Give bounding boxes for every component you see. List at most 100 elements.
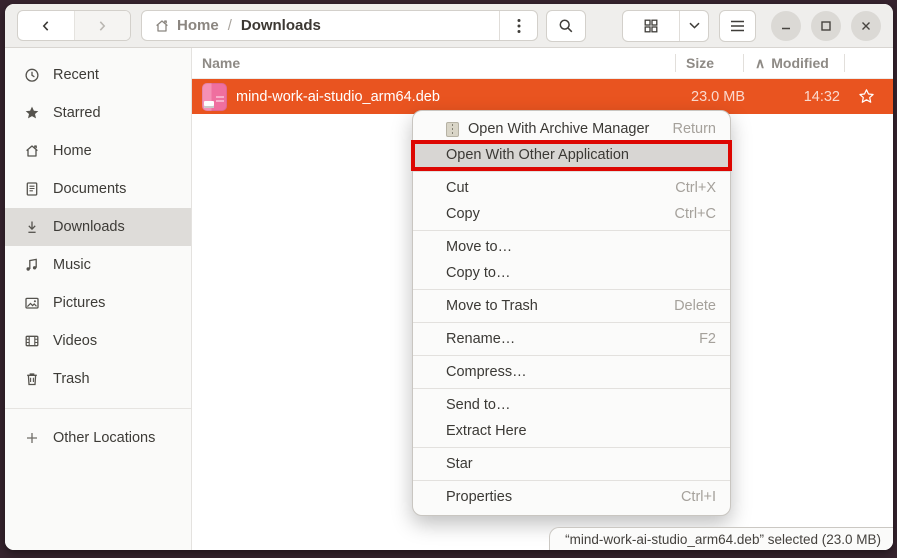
menu-item-label: Open With Archive Manager <box>468 121 649 137</box>
menu-item-send-to[interactable]: Send to… <box>413 392 730 418</box>
minimize-button[interactable] <box>771 11 801 41</box>
sidebar-item-videos[interactable]: Videos <box>5 322 191 360</box>
minimize-icon <box>780 20 792 32</box>
close-button[interactable] <box>851 11 881 41</box>
menu-item-extract-here[interactable]: Extract Here <box>413 418 730 444</box>
hamburger-icon <box>730 20 745 32</box>
picture-icon <box>23 295 40 311</box>
menu-item-label: Move to… <box>446 239 512 255</box>
sidebar-item-downloads[interactable]: Downloads <box>5 208 191 246</box>
menu-item-move-to-trash[interactable]: Move to Trash Delete <box>413 293 730 319</box>
breadcrumb-separator: / <box>228 17 232 34</box>
file-row-selected[interactable]: mind-work-ai-studio_arm64.deb 23.0 MB 14… <box>192 79 893 114</box>
menu-item-open-with-other-application[interactable]: Open With Other Application <box>413 142 730 168</box>
plus-icon <box>23 430 40 446</box>
maximize-icon <box>820 20 832 32</box>
sidebar-item-label: Starred <box>53 105 101 121</box>
back-button[interactable] <box>18 11 74 40</box>
column-header-modified[interactable]: ∧ Modified <box>744 55 844 72</box>
menu-item-label: Rename… <box>446 331 515 347</box>
sidebar-item-music[interactable]: Music <box>5 246 191 284</box>
menu-item-move-to[interactable]: Move to… <box>413 234 730 260</box>
menu-item-label: Properties <box>446 489 512 505</box>
sidebar-item-starred[interactable]: Starred <box>5 94 191 132</box>
sidebar-item-home[interactable]: Home <box>5 132 191 170</box>
sidebar-item-documents[interactable]: Documents <box>5 170 191 208</box>
path-options-button[interactable] <box>499 11 537 40</box>
breadcrumb-home[interactable]: Home <box>154 17 219 34</box>
navigation-buttons <box>17 10 131 41</box>
deb-package-icon <box>202 83 227 111</box>
menu-shortcut: Ctrl+I <box>681 489 716 505</box>
menu-item-cut[interactable]: Cut Ctrl+X <box>413 175 730 201</box>
menu-item-copy[interactable]: Copy Ctrl+C <box>413 201 730 227</box>
music-note-icon <box>23 257 40 273</box>
menu-shortcut: Return <box>672 121 716 137</box>
search-button[interactable] <box>546 10 586 42</box>
menu-item-label: Send to… <box>446 397 511 413</box>
sidebar-separator <box>5 408 191 409</box>
kebab-menu-icon <box>517 18 521 34</box>
sidebar-item-label: Other Locations <box>53 430 155 446</box>
file-manager-window: Home / Downloads <box>5 4 893 550</box>
grid-view-button[interactable] <box>623 11 679 41</box>
sidebar-item-label: Videos <box>53 333 97 349</box>
menu-separator <box>413 447 730 448</box>
menu-item-star[interactable]: Star <box>413 451 730 477</box>
context-menu: Open With Archive Manager Return Open Wi… <box>412 110 731 516</box>
menu-item-compress[interactable]: Compress… <box>413 359 730 385</box>
menu-item-copy-to[interactable]: Copy to… <box>413 260 730 286</box>
menu-shortcut: Ctrl+X <box>675 180 716 196</box>
column-header-modified-label: Modified <box>771 55 829 71</box>
sidebar-item-other-locations[interactable]: Other Locations <box>5 419 191 457</box>
menu-item-label: Star <box>446 456 473 472</box>
sidebar-item-trash[interactable]: Trash <box>5 360 191 398</box>
column-header-name[interactable]: Name <box>192 55 675 71</box>
home-icon <box>23 143 40 159</box>
window-controls <box>771 11 881 41</box>
sidebar-item-label: Pictures <box>53 295 105 311</box>
sidebar-item-pictures[interactable]: Pictures <box>5 284 191 322</box>
column-header-size[interactable]: Size <box>676 55 743 71</box>
sidebar-item-recent[interactable]: Recent <box>5 56 191 94</box>
maximize-button[interactable] <box>811 11 841 41</box>
file-size: 23.0 MB <box>678 89 745 105</box>
sidebar-item-label: Documents <box>53 181 126 197</box>
star-toggle-button[interactable] <box>840 88 893 105</box>
star-outline-icon <box>858 88 875 105</box>
view-toggle <box>622 10 709 42</box>
menu-item-label: Extract Here <box>446 423 527 439</box>
list-column-headers: Name Size ∧ Modified <box>192 48 893 79</box>
selection-status-bar: “mind-work-ai-studio_arm64.deb” selected… <box>549 527 893 550</box>
window-body: Recent Starred Home Documents <box>5 48 893 550</box>
menu-shortcut: Ctrl+C <box>675 206 717 222</box>
menu-item-rename[interactable]: Rename… F2 <box>413 326 730 352</box>
download-arrow-icon <box>23 219 40 235</box>
sort-ascending-icon: ∧ <box>755 55 765 72</box>
menu-shortcut: F2 <box>699 331 716 347</box>
chevron-left-icon <box>39 19 53 33</box>
menu-separator <box>413 171 730 172</box>
sidebar-item-label: Downloads <box>53 219 125 235</box>
menu-separator <box>413 322 730 323</box>
menu-item-open-with-archive-manager[interactable]: Open With Archive Manager Return <box>413 116 730 142</box>
sidebar-item-label: Music <box>53 257 91 273</box>
menu-item-label: Copy <box>446 206 480 222</box>
grid-view-icon <box>643 18 659 34</box>
close-icon <box>860 20 872 32</box>
menu-separator <box>413 388 730 389</box>
chevron-down-icon <box>688 21 701 30</box>
menu-separator <box>413 230 730 231</box>
view-options-dropdown[interactable] <box>679 11 708 41</box>
menu-separator <box>413 355 730 356</box>
trash-can-icon <box>23 371 40 387</box>
breadcrumb-home-label: Home <box>177 17 219 34</box>
sidebar-item-label: Trash <box>53 371 90 387</box>
header-bar: Home / Downloads <box>5 4 893 48</box>
app-menu-button[interactable] <box>719 10 756 42</box>
sidebar: Recent Starred Home Documents <box>5 48 192 550</box>
breadcrumb-current: Downloads <box>241 17 321 34</box>
column-divider <box>844 54 845 72</box>
menu-item-properties[interactable]: Properties Ctrl+I <box>413 484 730 510</box>
forward-button[interactable] <box>74 11 131 40</box>
